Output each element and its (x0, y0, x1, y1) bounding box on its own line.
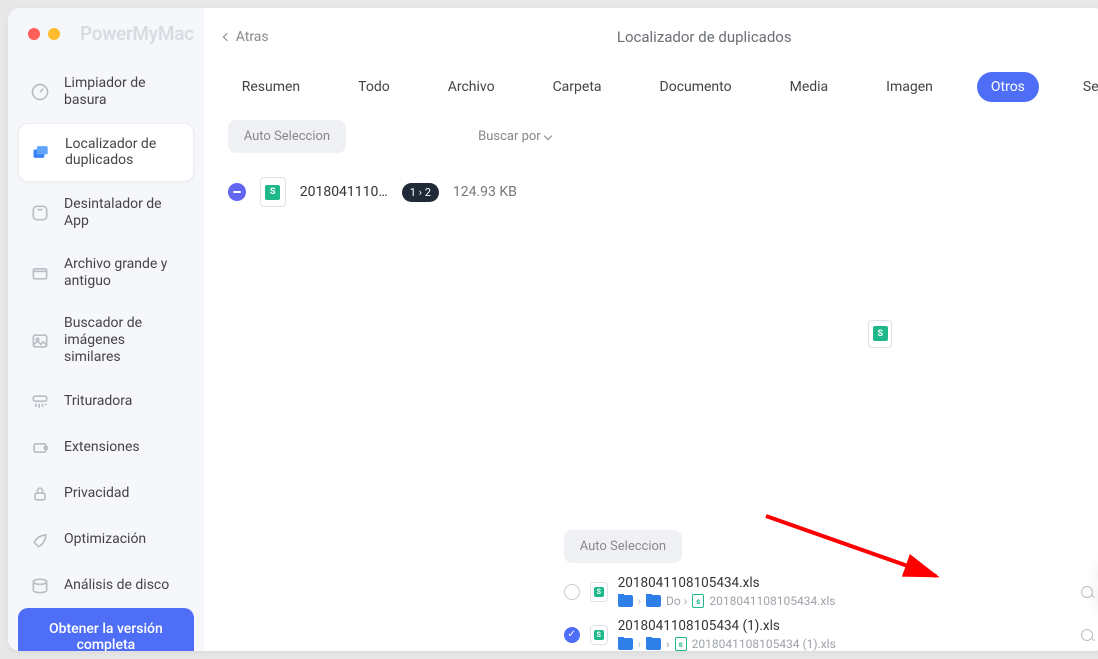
sidebar-item-label: Optimización (64, 531, 146, 548)
sidebar-nav: Limpiador de basura Localizador de dupli… (18, 63, 194, 608)
details-pane: S Auto Seleccion Buscar por S 2018041108… (556, 165, 1098, 651)
category-tabs: Resumen Todo Archivo Carpeta Documento M… (204, 62, 1098, 120)
file-checkbox[interactable] (564, 627, 580, 643)
main-content: Atras Localizador de duplicados ? Resume… (204, 8, 1098, 651)
xls-icon: s (692, 594, 704, 608)
group-size: 124.93 KB (453, 184, 517, 200)
group-tools: Auto Seleccion Buscar por (204, 120, 1098, 165)
path-filename: 2018041108105434.xls (709, 594, 835, 608)
file-name: 2018041108105434 (1).xls (618, 618, 1071, 634)
reveal-icon[interactable] (1081, 586, 1093, 598)
sidebar-item-privacy[interactable]: Privacidad (18, 472, 194, 516)
get-full-version-button[interactable]: Obtener la versión completa (18, 608, 194, 651)
content-area: S 2018041110… 1 › 2 124.93 KB S Auto Sel… (204, 165, 1098, 651)
duplicate-group-row[interactable]: S 2018041110… 1 › 2 124.93 KB (228, 177, 532, 207)
chevron-left-icon (222, 33, 230, 41)
sidebar-item-label: Localizador de duplicados (65, 136, 181, 170)
file-checkbox[interactable] (564, 584, 580, 600)
file-preview: S (556, 165, 1098, 522)
sidebar-item-shredder[interactable]: Trituradora (18, 380, 194, 424)
sidebar-item-label: Trituradora (64, 393, 132, 410)
topbar: Atras Localizador de duplicados ? (204, 8, 1098, 62)
spreadsheet-file-icon: S (590, 625, 608, 645)
spreadsheet-file-icon: S (260, 177, 286, 207)
auto-select-button[interactable]: Auto Seleccion (228, 120, 346, 153)
tab-media[interactable]: Media (776, 72, 843, 102)
file-row[interactable]: S 2018041108105434.xls › Do › s 20180411… (564, 575, 1098, 608)
spreadsheet-file-icon: S (590, 582, 608, 602)
sort-by-label: Buscar por (478, 129, 541, 144)
folder-icon (646, 595, 661, 607)
archive-icon (30, 263, 50, 283)
detail-tools: Auto Seleccion Buscar por (556, 522, 1098, 575)
reveal-icon[interactable] (1081, 629, 1093, 641)
sidebar-item-label: Extensiones (64, 439, 140, 456)
file-row[interactable]: S 2018041108105434 (1).xls › › s 2018041… (564, 618, 1098, 651)
puzzle-icon (30, 438, 50, 458)
file-path: › Do › s 2018041108105434.xls (618, 594, 1071, 608)
disk-icon (30, 576, 50, 596)
back-button[interactable]: Atras (224, 29, 269, 45)
app-window: PowerMyMac Limpiador de basura Localizad… (8, 8, 1098, 651)
folder-icon (646, 638, 661, 650)
page-title: Localizador de duplicados (617, 28, 792, 46)
sidebar-item-large-old[interactable]: Archivo grande y antiguo (18, 244, 194, 302)
app-icon (30, 203, 50, 223)
partial-select-icon[interactable] (228, 183, 246, 201)
group-filename: 2018041110… (300, 184, 388, 200)
path-filename: 2018041108105434 (1).xls (692, 637, 836, 651)
folders-icon (31, 142, 51, 162)
tab-document[interactable]: Documento (646, 72, 746, 102)
tab-image[interactable]: Imagen (872, 72, 947, 102)
sidebar-item-label: Buscador de imágenes similares (64, 315, 182, 365)
group-count-badge: 1 › 2 (402, 183, 439, 202)
sidebar-item-label: Análisis de disco (64, 577, 169, 594)
folder-icon (618, 595, 633, 607)
sort-by-dropdown[interactable]: Buscar por (478, 129, 551, 144)
shredder-icon (30, 392, 50, 412)
rocket-icon (30, 530, 50, 550)
sidebar-item-label: Desintalador de App (64, 196, 182, 230)
sidebar-item-disk[interactable]: Análisis de disco (18, 564, 194, 608)
window-controls: PowerMyMac (18, 22, 194, 45)
tab-summary[interactable]: Resumen (228, 72, 314, 102)
image-icon (30, 331, 50, 351)
duplicate-files-list: S 2018041108105434.xls › Do › s 20180411… (556, 575, 1098, 651)
file-info: 2018041108105434 (1).xls › › s 201804110… (618, 618, 1071, 651)
spreadsheet-file-icon: S (868, 320, 892, 348)
lock-icon (30, 484, 50, 504)
folder-icon (618, 638, 633, 650)
minimize-dot[interactable] (48, 28, 60, 40)
close-dot[interactable] (28, 28, 40, 40)
brand-label: PowerMyMac (80, 22, 194, 45)
sidebar-item-extensions[interactable]: Extensiones (18, 426, 194, 470)
back-label: Atras (236, 29, 269, 45)
path-segment: Do › (666, 594, 687, 608)
sidebar-item-similar-images[interactable]: Buscador de imágenes similares (18, 303, 194, 377)
tab-others[interactable]: Otros (977, 72, 1039, 102)
sidebar-item-label: Privacidad (64, 485, 129, 502)
sidebar-item-uninstaller[interactable]: Desintalador de App (18, 184, 194, 242)
tab-selected[interactable]: Seleccionado (1069, 72, 1098, 102)
file-info: 2018041108105434.xls › Do › s 2018041108… (618, 575, 1071, 608)
path-segment: › (666, 637, 670, 651)
sidebar-item-duplicate-finder[interactable]: Localizador de duplicados (18, 123, 194, 183)
tab-archive[interactable]: Archivo (434, 72, 509, 102)
sidebar-item-junk-cleaner[interactable]: Limpiador de basura (18, 63, 194, 121)
tab-all[interactable]: Todo (344, 72, 404, 102)
duplicate-groups-pane: S 2018041110… 1 › 2 124.93 KB (204, 165, 556, 651)
sidebar: PowerMyMac Limpiador de basura Localizad… (8, 8, 204, 651)
sidebar-item-optimize[interactable]: Optimización (18, 518, 194, 562)
file-name: 2018041108105434.xls (618, 575, 1071, 591)
file-path: › › s 2018041108105434 (1).xls (618, 637, 1071, 651)
xls-icon: s (675, 637, 687, 651)
tab-folder[interactable]: Carpeta (539, 72, 616, 102)
chevron-down-icon (543, 131, 551, 139)
gauge-icon (30, 82, 50, 102)
sidebar-item-label: Archivo grande y antiguo (64, 256, 182, 290)
sidebar-item-label: Limpiador de basura (64, 75, 182, 109)
auto-select-detail-button[interactable]: Auto Seleccion (564, 530, 682, 563)
